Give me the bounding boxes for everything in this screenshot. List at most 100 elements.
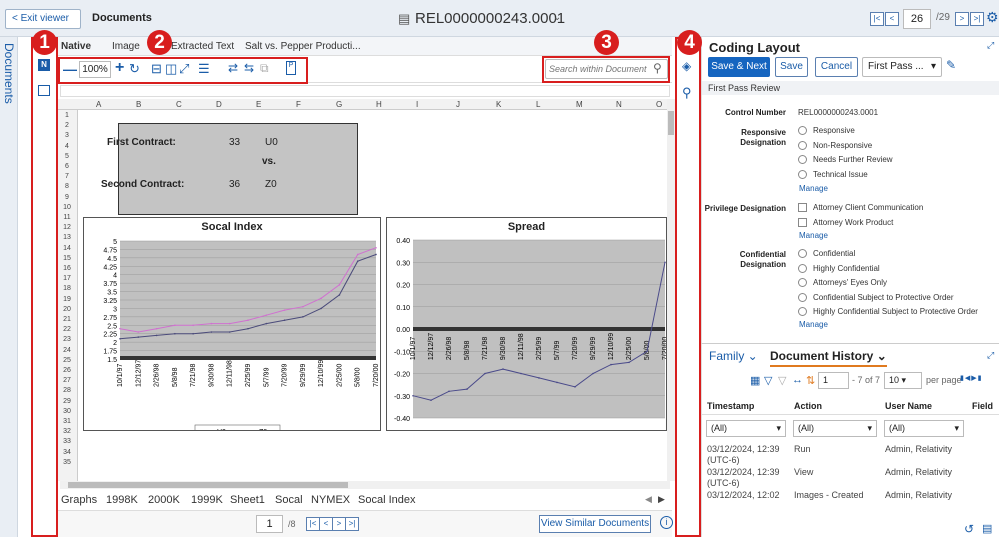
last-sheet-icon[interactable]: >| [345, 517, 359, 531]
gear-icon[interactable]: ⚙ [986, 9, 999, 26]
x-tick-label: 5/8/98 [172, 367, 179, 387]
search-pane-icon[interactable]: ⚲ [682, 85, 692, 101]
confidential-option[interactable]: Highly Confidential Subject to Protectiv… [798, 306, 978, 317]
responsive-option[interactable]: Non-Responsive [798, 140, 872, 151]
save-and-next-button[interactable]: Save & Next [708, 57, 770, 77]
sheet-tab[interactable]: 1999K [191, 494, 223, 506]
user-filter[interactable]: (All) ▾ [884, 420, 964, 437]
marker-4: 4 [677, 30, 702, 55]
image-mode-icon[interactable] [38, 85, 50, 96]
row-header: 10 [63, 203, 71, 211]
documents-label: Documents [2, 43, 16, 104]
confidential-option[interactable]: Attorneys' Eyes Only [798, 277, 887, 288]
sheet-tab[interactable]: Socal [275, 494, 303, 506]
edit-icon[interactable]: ✎ [946, 58, 956, 72]
y-tick-label: 2.75 [103, 315, 117, 322]
table-row: 03/12/2024, 12:02 Images - Created Admin, … [702, 490, 999, 512]
tab-image[interactable]: Image [112, 41, 140, 52]
exit-viewer-button[interactable]: < Exit viewer [5, 9, 81, 29]
action-filter[interactable]: (All) ▾ [793, 420, 877, 437]
per-page-select[interactable]: 10 ▾ [884, 372, 922, 389]
history-pager-icon[interactable]: ▮◀▶▮ [960, 374, 982, 382]
manage-link[interactable]: Manage [799, 231, 828, 240]
export-icon[interactable]: ▤ [982, 522, 992, 535]
view-similar-documents-button[interactable]: View Similar Documents [539, 515, 651, 533]
layout-select[interactable]: First Pass ... ▾ [862, 57, 942, 77]
toolbar-highlight-box [58, 57, 308, 84]
expand-icon[interactable]: ⤢ [987, 350, 994, 361]
spreadsheet-view[interactable]: ABCDEFGHIJKLMNO 1 2 3 4 5 6 7 8 9 10 11 12 13 14 15 16 1… [58, 99, 667, 481]
first-page-icon[interactable]: |< [870, 12, 884, 26]
native-mode-icon[interactable]: N [38, 59, 50, 71]
tab-production[interactable]: Salt vs. Pepper Producti... [245, 41, 361, 52]
chevron-down-icon[interactable]: ⌄ [553, 12, 561, 23]
responsive-option[interactable]: Technical Issue [798, 169, 868, 180]
sheet-tabs-prev-icon[interactable]: ◀ [645, 494, 652, 505]
header-timestamp[interactable]: Timestamp [707, 401, 754, 411]
sheet-tab[interactable]: 1998K [106, 494, 138, 506]
x-tick-label: 9/29/99 [300, 364, 307, 387]
data-point [338, 294, 341, 296]
document-title[interactable]: REL0000000243.0001 [415, 10, 565, 27]
sheet-page-input[interactable]: 1 [256, 515, 283, 533]
columns-icon[interactable]: ▦ [750, 374, 760, 387]
cancel-button[interactable]: Cancel [815, 57, 858, 77]
breadcrumb[interactable]: Documents [92, 12, 152, 24]
history-page-input[interactable]: 1 [818, 372, 849, 389]
confidential-option[interactable]: Highly Confidential [798, 263, 880, 274]
prev-page-icon[interactable]: < [885, 12, 899, 26]
refresh-icon[interactable]: ↺ [964, 522, 974, 536]
responsive-option[interactable]: Responsive [798, 125, 855, 136]
last-page-icon[interactable]: >| [970, 12, 984, 26]
manage-link[interactable]: Manage [799, 320, 828, 329]
header-user-name[interactable]: User Name [885, 401, 932, 411]
header-field[interactable]: Field [972, 401, 993, 411]
next-sheet-icon[interactable]: > [332, 517, 346, 531]
radio-button [798, 292, 807, 302]
sheet-tab[interactable]: Graphs [61, 494, 97, 506]
manage-link[interactable]: Manage [799, 184, 828, 193]
tab-family[interactable]: Family ⌄ [709, 349, 758, 363]
control-number-value: REL0000000243.0001 [798, 108, 879, 117]
sheet-tab[interactable]: NYMEX [311, 494, 350, 506]
tab-native[interactable]: Native [61, 41, 91, 52]
confidential-option[interactable]: Confidential Subject to Protective Order [798, 292, 954, 303]
timestamp-filter[interactable]: (All) ▾ [706, 420, 786, 437]
row-header: 6 [65, 163, 69, 170]
privilege-option[interactable]: Attorney Work Product [798, 217, 893, 228]
vertical-scrollbar[interactable] [667, 99, 675, 481]
clear-filter-icon[interactable]: ▽ [778, 374, 786, 387]
data-point [338, 284, 341, 286]
sheet-tab[interactable]: Sheet1 [230, 494, 265, 506]
filter-icon[interactable]: ▽ [764, 374, 772, 387]
collapse-icon[interactable]: ⤢ [987, 40, 994, 51]
responsive-option[interactable]: Needs Further Review [798, 154, 893, 165]
tab-document-history[interactable]: Document History ⌄ [770, 349, 887, 367]
first-sheet-icon[interactable]: |< [306, 517, 320, 531]
row-header: 27 [63, 377, 71, 385]
page-number-input[interactable]: 26 [903, 9, 931, 29]
documents-sidebar-toggle[interactable]: Documents [0, 37, 18, 537]
table-row: 03/12/2024, 12:39 (UTC-6) View Admin, Rela… [702, 467, 999, 489]
row-header: 2 [65, 122, 69, 130]
save-button[interactable]: Save [775, 57, 808, 77]
sheet-tab[interactable]: 2000K [148, 494, 180, 506]
tab-extracted-text[interactable]: Extracted Text [171, 41, 234, 52]
column-header: I [416, 100, 419, 109]
privilege-option[interactable]: Attorney Client Communication [798, 202, 923, 213]
layers-icon[interactable]: ◈ [682, 59, 691, 73]
header-action[interactable]: Action [794, 401, 822, 411]
sheet-tab[interactable]: Socal Index [358, 494, 415, 506]
row-header: 4 [65, 142, 69, 150]
fit-columns-icon[interactable]: ↔ [792, 374, 803, 386]
prev-sheet-icon[interactable]: < [319, 517, 333, 531]
horizontal-scrollbar[interactable] [60, 481, 670, 489]
confidential-option[interactable]: Confidential [798, 248, 855, 259]
info-icon[interactable]: i [660, 516, 673, 529]
sheet-tabs-next-icon[interactable]: ▶ [658, 494, 665, 505]
marker-2: 2 [147, 30, 172, 55]
data-point [119, 337, 121, 340]
next-page-icon[interactable]: > [955, 12, 969, 26]
x-tick-label: 12/12/97 [428, 333, 435, 360]
sort-icon[interactable]: ⇅ [806, 374, 815, 387]
